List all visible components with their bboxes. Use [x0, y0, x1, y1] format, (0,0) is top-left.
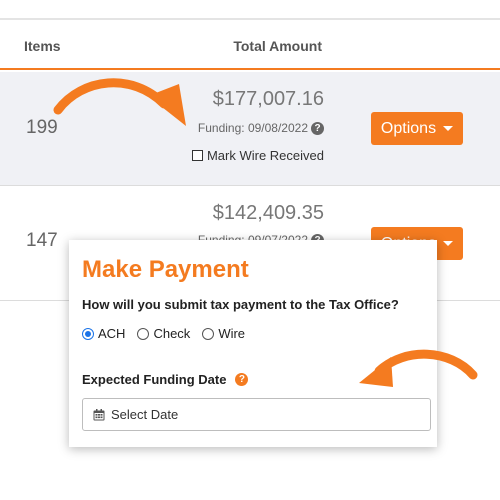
radio-wire-label: Wire: [218, 326, 246, 341]
calendar-icon: [93, 408, 105, 421]
select-date-placeholder: Select Date: [111, 407, 179, 422]
mark-wire-received[interactable]: Mark Wire Received: [191, 148, 324, 163]
select-date-input[interactable]: Select Date: [82, 398, 431, 431]
radio-check-button[interactable]: [137, 327, 150, 340]
modal-title: Make Payment: [82, 256, 249, 283]
header-total-amount: Total Amount: [233, 38, 322, 54]
items-count: 147: [26, 230, 58, 251]
total-amount: $177,007.16: [212, 88, 324, 110]
options-button[interactable]: Options: [371, 112, 463, 145]
payment-method-group: ACH Check Wire: [82, 326, 257, 341]
radio-check[interactable]: Check: [137, 326, 190, 341]
radio-wire-button[interactable]: [202, 327, 215, 340]
expected-funding-date-label: Expected Funding Date ?: [82, 372, 249, 387]
radio-ach-button[interactable]: [82, 327, 94, 340]
radio-ach[interactable]: ACH: [82, 326, 125, 341]
radio-ach-label: ACH: [98, 326, 126, 341]
make-payment-modal: Make Payment How will you submit tax pay…: [69, 240, 437, 447]
question-circle-icon[interactable]: ?: [235, 373, 249, 386]
caret-down-icon: [443, 241, 454, 246]
options-label: Options: [380, 119, 437, 137]
table-header: Items Total Amount: [0, 20, 500, 70]
radio-check-label: Check: [153, 326, 191, 341]
expected-funding-date-text: Expected Funding Date: [82, 372, 227, 387]
payment-question: How will you submit tax payment to the T…: [82, 297, 399, 312]
radio-wire[interactable]: Wire: [202, 326, 245, 341]
funding-date: Funding: 09/08/2022 ?: [198, 121, 324, 135]
funding-label: Funding: 09/08/2022: [197, 121, 308, 135]
total-amount: $142,409.35: [212, 202, 324, 224]
page: Items Total Amount 199 $177,007.16 Fundi…: [0, 0, 500, 500]
items-count: 199: [26, 117, 58, 138]
mark-wire-checkbox[interactable]: [191, 150, 203, 161]
caret-down-icon: [443, 126, 454, 131]
mark-wire-label: Mark Wire Received: [206, 148, 324, 163]
header-items: Items: [24, 38, 61, 54]
question-circle-icon[interactable]: ?: [311, 121, 324, 135]
table-row: 199 $177,007.16 Funding: 09/08/2022 ? Ma…: [0, 72, 500, 186]
